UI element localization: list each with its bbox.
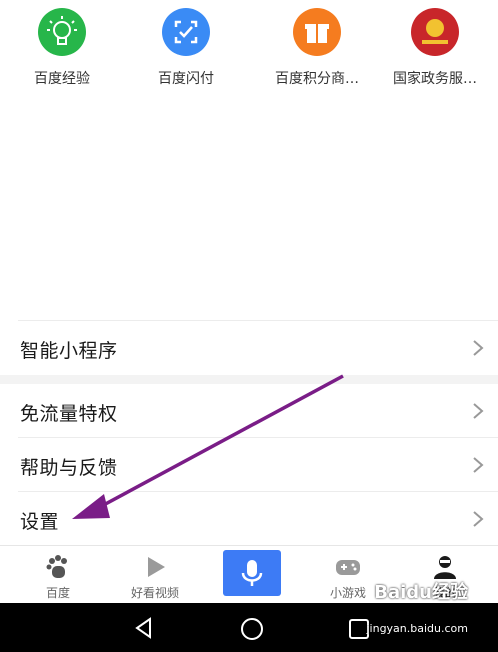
app-label: 百度积分商… [275, 71, 359, 87]
menu-item-label: 帮助与反馈 [20, 457, 118, 479]
tab-label: 百度 [45, 586, 70, 600]
home-icon[interactable] [240, 617, 264, 641]
menu-item-free-data[interactable]: 免流量特权 [0, 384, 498, 438]
app-label: 百度闪付 [158, 71, 214, 87]
menu-item-label: 设置 [20, 511, 60, 533]
chevron-right-icon [473, 511, 484, 527]
gift-icon [293, 8, 341, 56]
chevron-right-icon [473, 403, 484, 419]
scan-icon [162, 8, 210, 56]
back-icon[interactable] [133, 617, 155, 639]
menu-item-label: 智能小程序 [20, 340, 118, 362]
app-label: 国家政务服… [393, 71, 477, 87]
watermark-url: jingyan.baidu.com [366, 622, 468, 635]
lightbulb-icon [38, 8, 86, 56]
menu-item-help-feedback[interactable]: 帮助与反馈 [0, 438, 498, 492]
tab-haokan-video[interactable]: 好看视频 [105, 546, 205, 604]
tab-baidu[interactable]: 百度 [8, 546, 108, 604]
play-icon [148, 557, 165, 577]
avatar-icon [434, 556, 456, 579]
voice-search-button[interactable] [223, 550, 281, 596]
app-grid: 百度经验 百度闪付 百度积分商… 国家政务服… [0, 0, 498, 110]
section-gap [0, 375, 498, 384]
gamepad-icon [336, 560, 360, 575]
menu-item-mini-programs[interactable]: 智能小程序 [0, 321, 498, 375]
chevron-right-icon [473, 340, 484, 356]
microphone-icon [241, 560, 263, 586]
menu-item-settings[interactable]: 设置 [0, 492, 498, 546]
chevron-right-icon [473, 457, 484, 473]
emblem-icon [411, 8, 459, 56]
baidu-paw-icon [46, 555, 67, 578]
tab-label: 好看视频 [130, 586, 179, 600]
watermark-logo: Baidu经验 [374, 582, 468, 603]
app-label: 百度经验 [34, 71, 90, 87]
menu-item-label: 免流量特权 [20, 403, 118, 425]
